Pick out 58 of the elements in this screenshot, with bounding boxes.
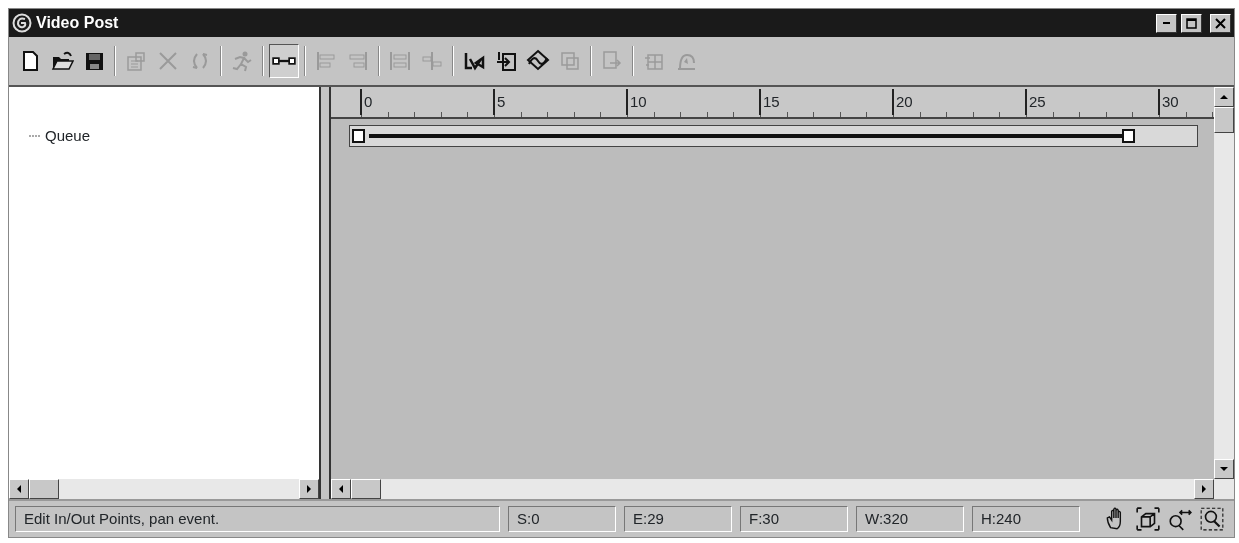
left-arrow-icon <box>17 485 21 493</box>
minimize-icon <box>1163 22 1170 24</box>
status-field: H:240 <box>972 506 1080 532</box>
scroll-thumb[interactable] <box>1214 107 1234 133</box>
open-folder-icon <box>50 49 74 73</box>
window-title: Video Post <box>36 13 119 33</box>
ruler-label: 30 <box>1158 89 1179 115</box>
scroll-left-button[interactable] <box>9 479 29 499</box>
image-filter-icon <box>526 49 550 73</box>
edit-properties-icon <box>124 49 148 73</box>
status-field: F:30 <box>740 506 848 532</box>
right-arrow-icon <box>307 485 311 493</box>
ruler-label: 25 <box>1025 89 1046 115</box>
up-arrow-icon <box>1220 95 1228 99</box>
status-field: S:0 <box>508 506 616 532</box>
maximize-button[interactable] <box>1181 13 1202 33</box>
align-right-icon <box>346 49 370 73</box>
close-icon <box>1215 17 1226 29</box>
tree-connector-icon <box>29 134 41 139</box>
image-layer-icon <box>558 49 582 73</box>
abut-icon <box>420 49 444 73</box>
ruler-label: 0 <box>360 89 373 115</box>
tree-item[interactable]: Queue <box>45 125 91 148</box>
scroll-thumb[interactable] <box>351 479 381 499</box>
left-arrow-icon <box>339 485 343 493</box>
down-arrow-icon <box>1220 467 1228 471</box>
ruler-label: 10 <box>626 89 647 115</box>
status-message: Edit In/Out Points, pan event. <box>15 506 500 532</box>
minimize-button[interactable] <box>1156 13 1177 33</box>
ruler-label: 15 <box>759 89 780 115</box>
scroll-down-button[interactable] <box>1214 459 1234 479</box>
image-input-icon <box>494 49 518 73</box>
range-bar-icon <box>272 57 296 65</box>
status-field: W:320 <box>856 506 964 532</box>
right-arrow-icon <box>1202 485 1206 493</box>
zoom-extents-icon <box>1135 506 1161 532</box>
close-button[interactable] <box>1210 13 1231 33</box>
scroll-right-button[interactable] <box>1194 479 1214 499</box>
running-figure-icon <box>230 49 254 73</box>
maximize-icon <box>1186 17 1197 29</box>
align-left-icon <box>314 49 338 73</box>
ruler-label: 20 <box>892 89 913 115</box>
scroll-thumb[interactable] <box>29 479 59 499</box>
logo-icon <box>12 13 32 33</box>
same-size-icon <box>388 49 412 73</box>
splitter[interactable] <box>319 87 331 499</box>
status-field: E:29 <box>624 506 732 532</box>
ruler-label: 5 <box>493 89 506 115</box>
horizontal-scrollbar[interactable] <box>331 479 1234 499</box>
out-point-handle[interactable] <box>1122 129 1136 143</box>
horizontal-scrollbar[interactable] <box>9 479 319 499</box>
vertical-scrollbar[interactable] <box>1214 87 1234 479</box>
zoom-region-icon <box>1199 506 1225 532</box>
scroll-right-button[interactable] <box>299 479 319 499</box>
in-point-handle[interactable] <box>352 129 365 143</box>
scroll-up-button[interactable] <box>1214 87 1234 107</box>
toolbar-button[interactable] <box>269 44 299 78</box>
scroll-left-button[interactable] <box>331 479 351 499</box>
